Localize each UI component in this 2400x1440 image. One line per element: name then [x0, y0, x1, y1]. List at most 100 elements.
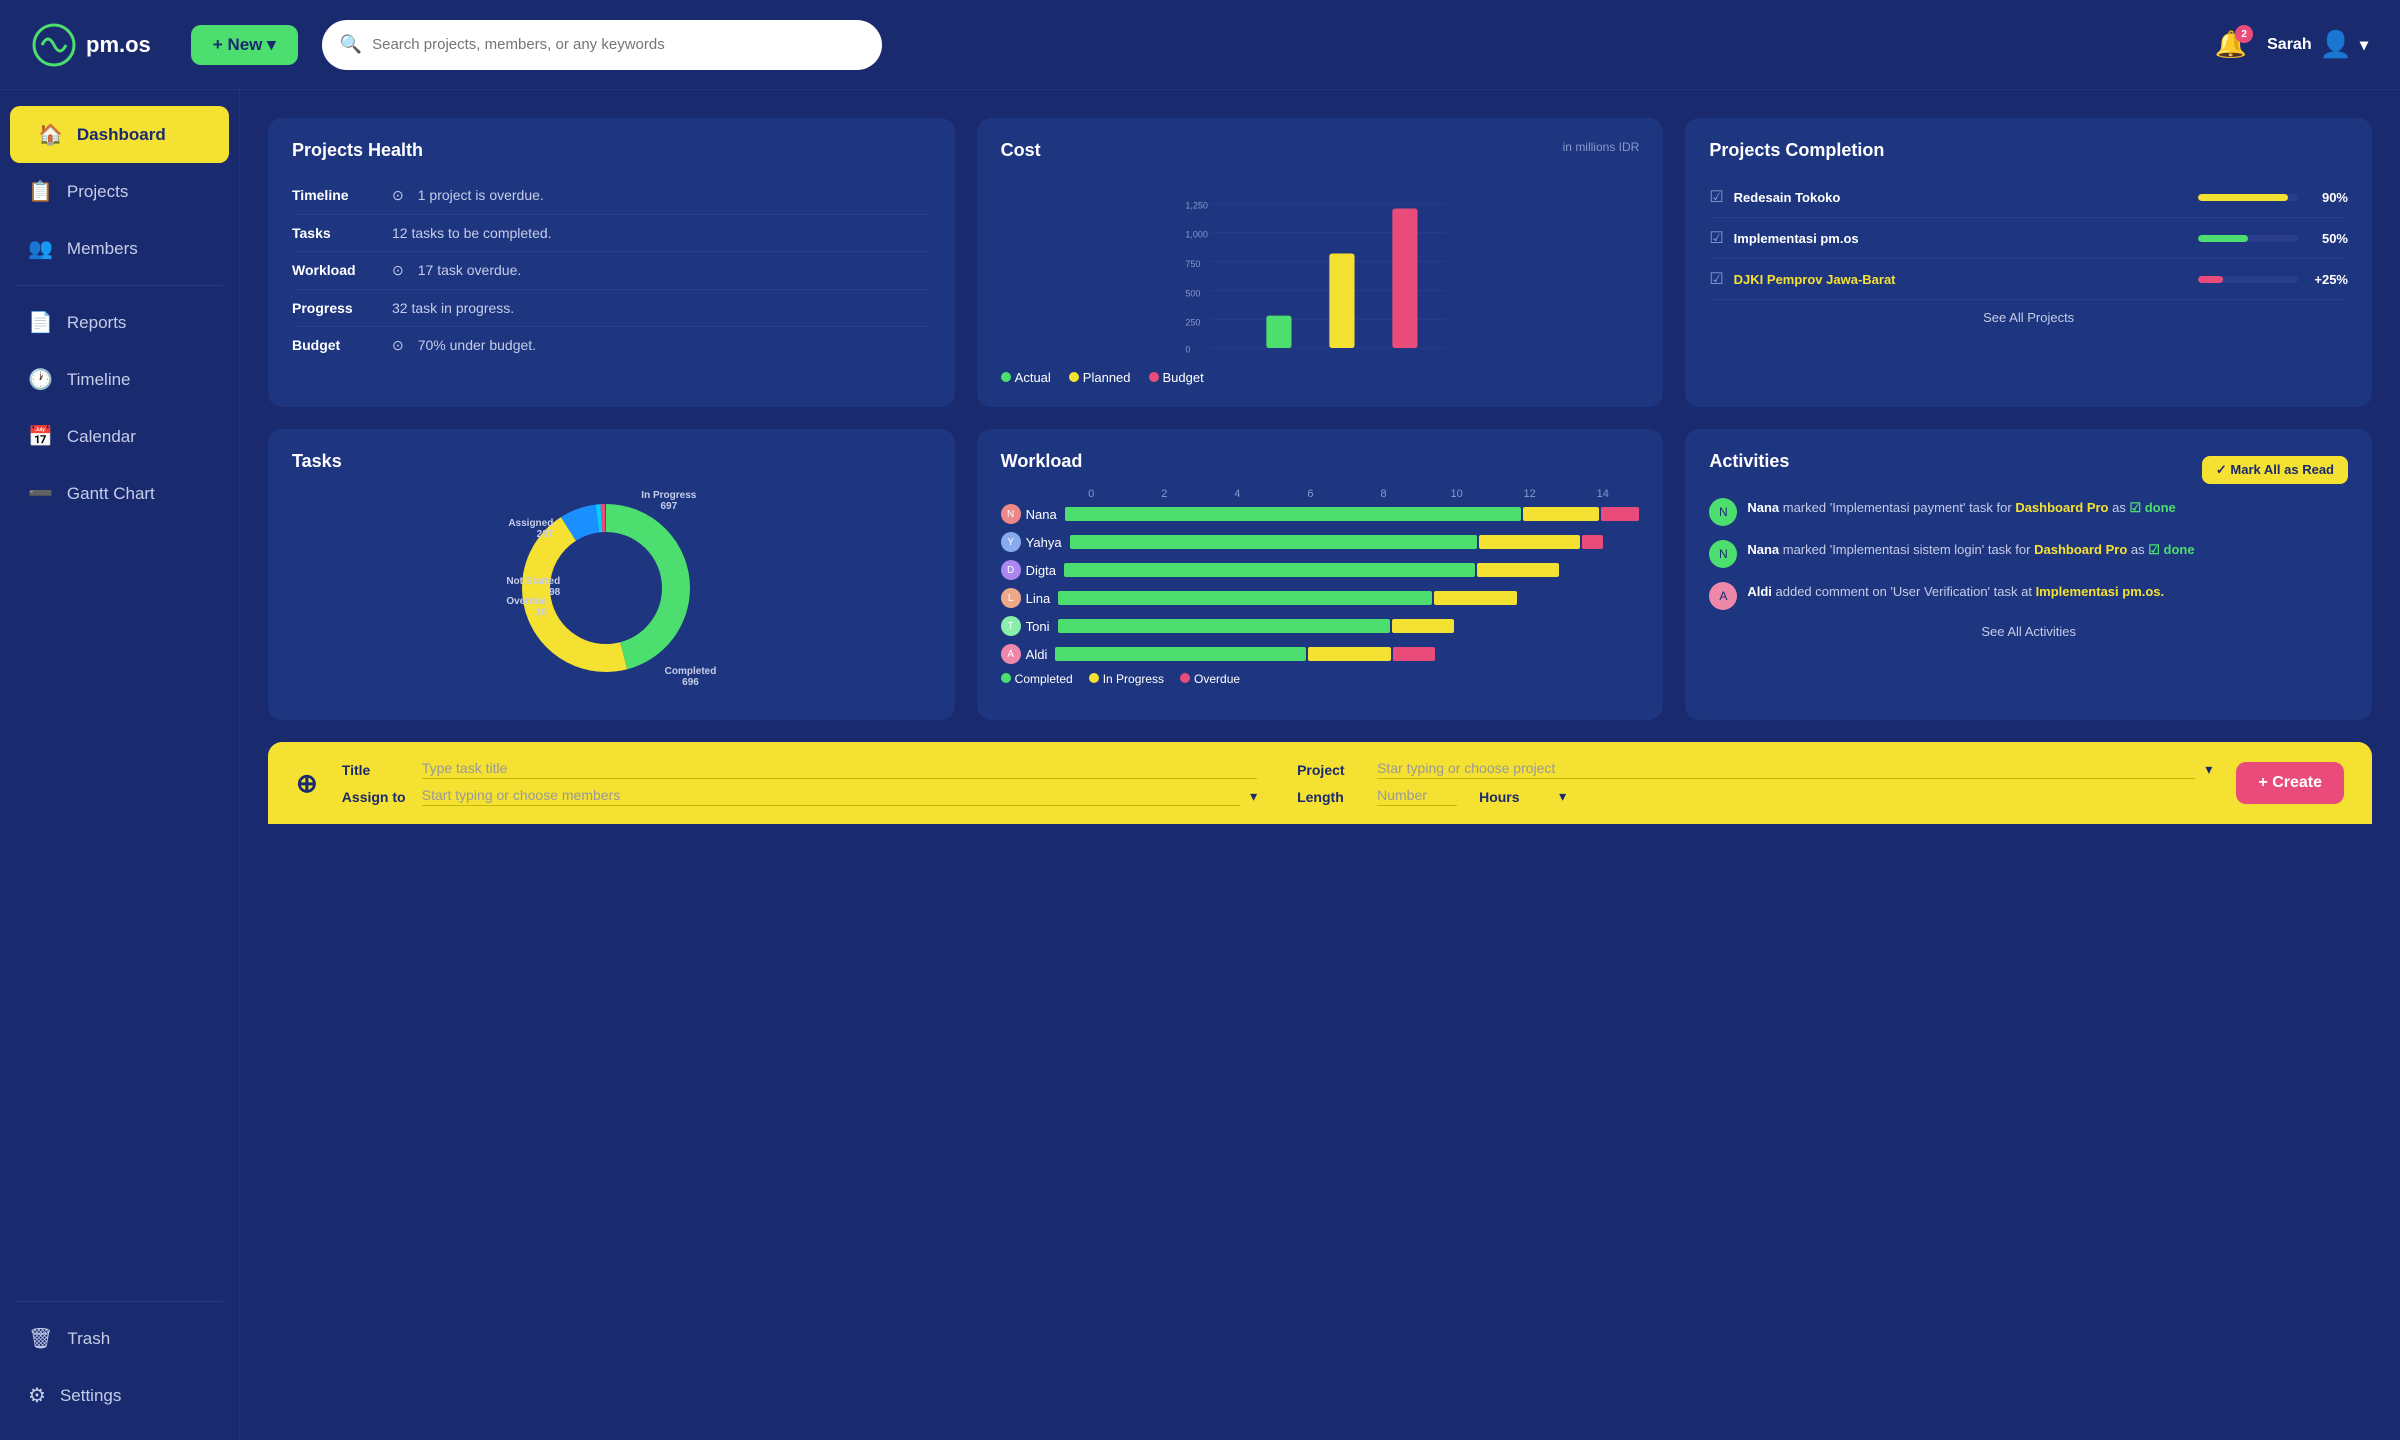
health-row-workload: Workload ⊙ 17 task overdue. [292, 252, 931, 290]
warning-icon: ⊙ [392, 187, 404, 204]
quick-add-project-input[interactable] [1377, 760, 2195, 779]
donut-label-overdue: Overdue16 [506, 596, 547, 618]
activity-text-3: Aldi added comment on 'User Verification… [1747, 582, 2348, 610]
donut-label-notstarted: Not Started98 [506, 576, 560, 598]
quick-add-project-label: Project [1297, 762, 1367, 778]
check-icon-1: ☑ [1709, 187, 1723, 207]
activity-avatar-1: N [1709, 498, 1737, 526]
sidebar-item-reports[interactable]: 📄 Reports [0, 294, 239, 351]
completion-name-1: Redesain Tokoko [1734, 190, 2188, 205]
workload-row-aldi: AAldi [1001, 644, 1640, 664]
legend-actual: Actual [1001, 370, 1051, 385]
sidebar-label-timeline: Timeline [67, 370, 131, 390]
health-label-timeline: Timeline [292, 187, 382, 203]
quick-add-project-field: Project ▾ [1297, 760, 2212, 779]
activity-avatar-3: A [1709, 582, 1737, 610]
workload-row-yahya: YYahya [1001, 532, 1640, 552]
quick-add-plus-icon[interactable]: ⊕ [296, 768, 318, 799]
tasks-card: Tasks [268, 429, 955, 720]
cost-chart: 0 250 500 750 1,000 1,250 [1001, 177, 1640, 357]
user-menu[interactable]: Sarah 👤 ▾ [2267, 29, 2368, 60]
sidebar-item-projects[interactable]: 📋 Projects [0, 163, 239, 220]
logo-text: pm.os [86, 32, 151, 58]
workload-card: Workload 0 2 4 6 8 10 12 14 NNana [977, 429, 1664, 720]
svg-text:750: 750 [1185, 259, 1200, 269]
project-dropdown-icon[interactable]: ▾ [2205, 761, 2212, 778]
quick-add-title-input[interactable] [422, 760, 1257, 779]
mark-all-button[interactable]: ✓ Mark All as Read [2202, 456, 2348, 484]
sidebar-item-trash[interactable]: 🗑 Trash [0, 1310, 239, 1367]
svg-text:1,250: 1,250 [1185, 201, 1208, 211]
quick-add-length-input[interactable] [1377, 787, 1457, 806]
quick-add-grid: Title Project ▾ Assign to ▾ Length Hours [342, 760, 2213, 806]
gantt-icon: ➖ [28, 481, 53, 506]
main-layout: 🏠 Dashboard 📋 Projects 👥 Members 📄 Repor… [0, 90, 2400, 1440]
completion-item-2: ☑ Implementasi pm.os 50% [1709, 218, 2348, 259]
activity-avatar-2: N [1709, 540, 1737, 568]
logo: pm.os [32, 23, 151, 67]
user-icon: 👤 [2320, 29, 2352, 60]
sidebar: 🏠 Dashboard 📋 Projects 👥 Members 📄 Repor… [0, 90, 240, 1440]
projects-completion-title: Projects Completion [1709, 140, 2348, 161]
sidebar-item-dashboard[interactable]: 🏠 Dashboard [10, 106, 229, 163]
svg-text:250: 250 [1185, 318, 1200, 328]
notification-button[interactable]: 🔔 2 [2215, 29, 2247, 60]
sidebar-label-members: Members [67, 239, 138, 259]
sidebar-item-members[interactable]: 👥 Members [0, 220, 239, 277]
donut-label-assigned: Assigned287 [508, 518, 553, 540]
completion-name-3: DJKI Pemprov Jawa-Barat [1734, 272, 2188, 287]
quick-add-assign-input[interactable] [422, 787, 1240, 806]
quick-add-title-field: Title [342, 760, 1257, 779]
notification-badge: 2 [2235, 25, 2253, 43]
legend-budget: Budget [1149, 370, 1204, 385]
activity-text-1: Nana marked 'Implementasi payment' task … [1747, 498, 2348, 526]
report-icon: 📄 [28, 310, 53, 335]
check-icon-2: ☑ [1709, 228, 1723, 248]
see-all-activities[interactable]: See All Activities [1709, 624, 2348, 639]
sidebar-item-timeline[interactable]: 🕐 Timeline [0, 351, 239, 408]
briefcase-icon: 📋 [28, 179, 53, 204]
activity-item-2: N Nana marked 'Implementasi sistem login… [1709, 540, 2348, 568]
completion-name-2: Implementasi pm.os [1734, 231, 2188, 246]
donut-label-inprogress: In Progress697 [641, 490, 696, 512]
create-button[interactable]: + Create [2236, 762, 2344, 804]
assign-dropdown-icon[interactable]: ▾ [1250, 788, 1257, 805]
donut-label-completed: Completed696 [665, 666, 717, 688]
check-icon-3: ☑ [1709, 269, 1723, 289]
quick-add-assign-field: Assign to ▾ [342, 787, 1257, 806]
sidebar-item-calendar[interactable]: 📅 Calendar [0, 408, 239, 465]
workload-title: Workload [1001, 451, 1640, 472]
nav-right: 🔔 2 Sarah 👤 ▾ [2215, 29, 2368, 60]
health-row-timeline: Timeline ⊙ 1 project is overdue. [292, 177, 931, 215]
row-1: Projects Health Timeline ⊙ 1 project is … [268, 118, 2372, 407]
cost-subtitle: in millions IDR [1563, 140, 1640, 154]
sidebar-item-gantt[interactable]: ➖ Gantt Chart [0, 465, 239, 522]
activity-item-3: A Aldi added comment on 'User Verificati… [1709, 582, 2348, 610]
new-button[interactable]: + New ▾ [191, 25, 298, 65]
hours-dropdown-icon[interactable]: ▾ [1559, 788, 1566, 805]
progress-bar-1 [2198, 194, 2298, 201]
trash-icon: 🗑 [28, 1326, 53, 1351]
sidebar-item-settings[interactable]: ⚙ Settings [0, 1367, 239, 1424]
activities-header: Activities ✓ Mark All as Read [1709, 451, 2348, 488]
budget-icon: ⊙ [392, 337, 404, 354]
see-all-projects[interactable]: See All Projects [1709, 310, 2348, 325]
health-val-progress: 32 task in progress. [392, 300, 514, 316]
content-area: Projects Health Timeline ⊙ 1 project is … [240, 90, 2400, 1440]
sidebar-label-dashboard: Dashboard [77, 125, 166, 145]
search-bar: 🔍 [322, 20, 882, 70]
home-icon: 🏠 [38, 122, 63, 147]
workload-row-nana: NNana [1001, 504, 1640, 524]
projects-completion-card: Projects Completion ☑ Redesain Tokoko 90… [1685, 118, 2372, 407]
chevron-down-icon: ▾ [2360, 35, 2368, 55]
legend-planned: Planned [1069, 370, 1131, 385]
search-input[interactable] [372, 36, 864, 53]
projects-health-title: Projects Health [292, 140, 931, 161]
calendar-icon: 📅 [28, 424, 53, 449]
health-row-tasks: Tasks 12 tasks to be completed. [292, 215, 931, 252]
health-val-timeline: 1 project is overdue. [418, 187, 544, 203]
cost-card: Cost in millions IDR 0 250 500 750 1,000… [977, 118, 1664, 407]
workload-warning-icon: ⊙ [392, 262, 404, 279]
completion-item-1: ☑ Redesain Tokoko 90% [1709, 177, 2348, 218]
workload-row-lina: LLina [1001, 588, 1640, 608]
